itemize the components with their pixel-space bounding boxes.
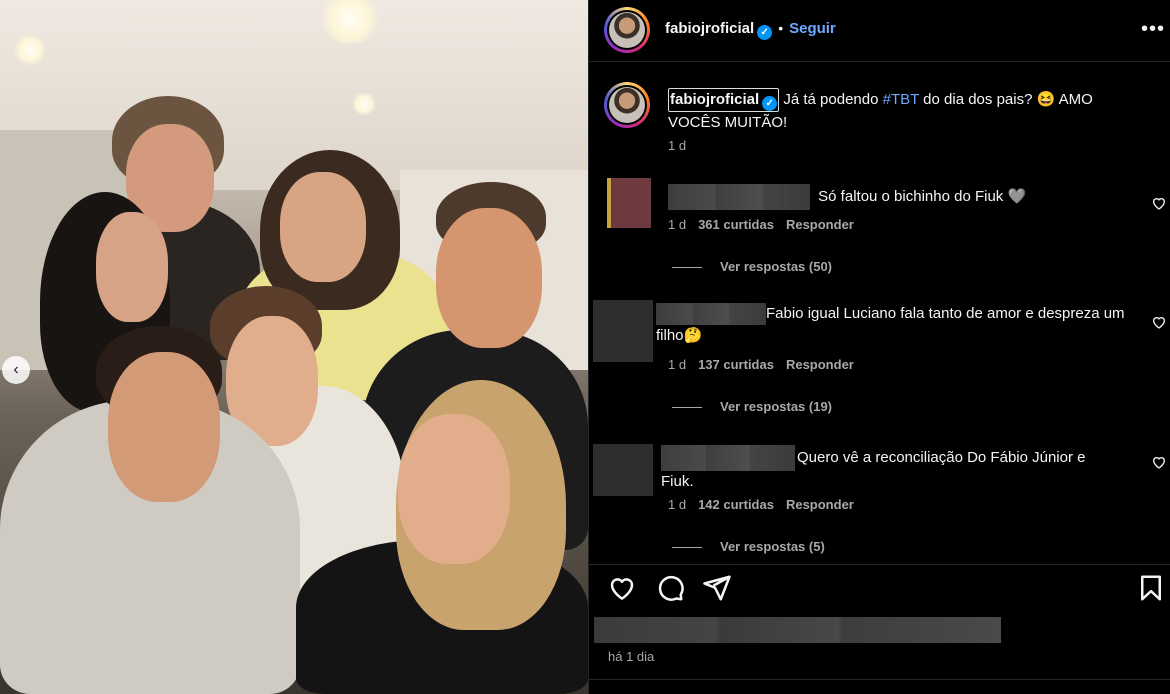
caption-text-part: Já tá podendo	[779, 91, 883, 108]
post-photo[interactable]: ‹	[0, 0, 588, 694]
commenter-avatar[interactable]	[593, 300, 653, 362]
more-options-icon[interactable]: •••	[1141, 18, 1165, 41]
comment-time: 1 d	[668, 497, 687, 512]
username-link[interactable]: fabiojroficial	[665, 20, 754, 37]
avatar[interactable]	[604, 82, 650, 128]
view-replies-label: Ver respostas (19)	[720, 399, 833, 414]
ceiling-light	[14, 34, 46, 66]
comment-meta: 1 d 142 curtidas Responder	[668, 497, 866, 512]
separator-dot: •	[778, 20, 784, 36]
person-face	[96, 212, 168, 322]
hashtag-link[interactable]: #TBT	[883, 91, 919, 108]
follow-button[interactable]: Seguir	[789, 20, 836, 37]
view-replies-button[interactable]: Ver respostas (19)	[672, 399, 832, 414]
blurred-username	[661, 445, 795, 471]
caption-time: 1 d	[668, 138, 687, 153]
comment-like-icon[interactable]	[1151, 314, 1167, 330]
action-bar	[589, 564, 1170, 610]
comment-icon[interactable]	[655, 573, 685, 603]
bookmark-icon[interactable]	[1136, 573, 1166, 603]
replies-line	[672, 267, 702, 269]
caption-text: fabiojroficial ✓ Já tá podendo #TBT do di…	[668, 88, 1148, 133]
person-face	[108, 352, 220, 502]
blurred-username	[656, 303, 766, 326]
verified-badge-icon: ✓	[762, 96, 778, 111]
comment-text: Só faltou o bichinho do Fiuk 🩶	[818, 187, 1027, 205]
heart-icon[interactable]	[607, 573, 637, 603]
view-replies-button[interactable]: Ver respostas (50)	[672, 259, 832, 274]
comment-meta: 1 d 361 curtidas Responder	[668, 217, 866, 232]
comment-like-icon[interactable]	[1151, 454, 1167, 470]
person-face	[280, 172, 366, 282]
carousel-prev-button[interactable]: ‹	[2, 356, 30, 384]
caption-username-link[interactable]: fabiojroficial ✓	[668, 88, 780, 112]
person-face	[436, 208, 542, 348]
reply-button[interactable]: Responder	[786, 357, 854, 372]
comment-like-icon[interactable]	[1151, 195, 1167, 211]
commenter-avatar[interactable]	[607, 178, 651, 228]
replies-line	[672, 547, 702, 549]
comment-text-line: Só faltou o bichinho do Fiuk 🩶	[668, 184, 1026, 210]
view-replies-label: Ver respostas (5)	[720, 539, 825, 554]
comment-likes[interactable]: 142 curtidas	[698, 497, 774, 512]
comment-text: Fabio igual Luciano fala tanto de amor e…	[656, 303, 1136, 346]
view-replies-button[interactable]: Ver respostas (5)	[672, 539, 825, 554]
comment-likes[interactable]: 361 curtidas	[698, 217, 774, 232]
post-date: há 1 dia	[608, 649, 655, 664]
ceiling-light	[352, 92, 376, 116]
blurred-username	[668, 184, 810, 210]
verified-badge-icon: ✓	[757, 25, 773, 40]
comment-likes[interactable]: 137 curtidas	[698, 357, 774, 372]
header-user-line: fabiojroficial ✓ • Seguir	[665, 20, 836, 40]
post-panel: fabiojroficial ✓ • Seguir ••• fabiojroficia…	[588, 0, 1170, 694]
post-header: fabiojroficial ✓ • Seguir •••	[589, 0, 1170, 62]
replies-line	[672, 407, 702, 409]
reply-button[interactable]: Responder	[786, 217, 854, 232]
blurred-likes-summary	[594, 617, 1001, 643]
comment-time: 1 d	[668, 357, 687, 372]
divider	[589, 679, 1170, 680]
commenter-avatar[interactable]	[593, 444, 653, 496]
caption-username: fabiojroficial	[670, 91, 760, 108]
share-icon[interactable]	[702, 573, 732, 603]
comment-text: Quero vê a reconciliação Do Fábio Júnior…	[661, 445, 1121, 492]
comment-meta: 1 d 137 curtidas Responder	[668, 357, 866, 372]
person-face	[398, 414, 510, 564]
view-replies-label: Ver respostas (50)	[720, 259, 833, 274]
comment-time: 1 d	[668, 217, 687, 232]
reply-button[interactable]: Responder	[786, 497, 854, 512]
avatar[interactable]	[604, 7, 650, 53]
